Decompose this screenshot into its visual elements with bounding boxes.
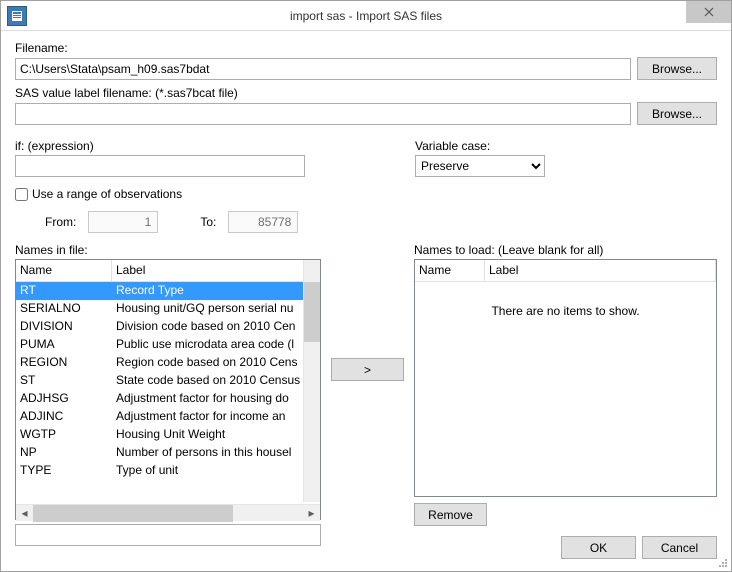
cell-name: NP <box>16 444 112 462</box>
cell-label: Adjustment factor for income an <box>112 408 302 426</box>
cell-label: Public use microdata area code (l <box>112 336 302 354</box>
cell-label: Record Type <box>112 282 302 300</box>
scrollbar-thumb[interactable] <box>304 282 320 342</box>
resize-grip[interactable] <box>717 557 729 569</box>
horizontal-scrollbar[interactable]: ◂ ▸ <box>16 504 320 521</box>
to-input <box>228 211 298 233</box>
empty-message: There are no items to show. <box>415 282 716 318</box>
close-button[interactable] <box>686 1 731 23</box>
hscroll-thumb[interactable] <box>33 505 233 522</box>
table-row[interactable]: PUMAPublic use microdata area code (l <box>16 336 320 354</box>
vertical-scrollbar[interactable] <box>303 260 320 502</box>
cell-name: WGTP <box>16 426 112 444</box>
table-row[interactable]: NPNumber of persons in this housel <box>16 444 320 462</box>
cell-name: RT <box>16 282 112 300</box>
varcase-label: Variable case: <box>415 139 717 153</box>
scroll-left-icon[interactable]: ◂ <box>16 505 33 522</box>
names-in-file-list[interactable]: Name Label RTRecord TypeSERIALNOHousing … <box>15 259 321 520</box>
cell-name: SERIALNO <box>16 300 112 318</box>
cancel-button[interactable]: Cancel <box>642 536 717 559</box>
filename-browse-button[interactable]: Browse... <box>637 57 717 80</box>
valuelabel-label: SAS value label filename: (*.sas7bcat fi… <box>15 86 717 100</box>
names-in-file-label: Names in file: <box>15 243 321 257</box>
cell-label: State code based on 2010 Census <box>112 372 302 390</box>
ifexpr-label: if: (expression) <box>15 139 403 153</box>
table-row[interactable]: WGTPHousing Unit Weight <box>16 426 320 444</box>
valuelabel-browse-button[interactable]: Browse... <box>637 102 717 125</box>
from-input <box>88 211 158 233</box>
table-row[interactable]: DIVISIONDivision code based on 2010 Cen <box>16 318 320 336</box>
table-row[interactable]: TYPEType of unit <box>16 462 320 480</box>
cell-label: Region code based on 2010 Cens <box>112 354 302 372</box>
cell-label: Housing Unit Weight <box>112 426 302 444</box>
cell-label: Division code based on 2010 Cen <box>112 318 302 336</box>
scroll-right-icon[interactable]: ▸ <box>303 505 320 522</box>
ok-button[interactable]: OK <box>561 536 636 559</box>
table-row[interactable]: STState code based on 2010 Census <box>16 372 320 390</box>
cell-label: Type of unit <box>112 462 302 480</box>
names-filter-input[interactable] <box>15 524 321 546</box>
remove-button[interactable]: Remove <box>414 503 487 526</box>
col2-header-label[interactable]: Label <box>485 260 716 282</box>
filename-input[interactable] <box>15 58 631 80</box>
range-checkbox-label[interactable]: Use a range of observations <box>32 187 182 201</box>
cell-name: REGION <box>16 354 112 372</box>
from-label: From: <box>45 215 76 229</box>
cell-label: Housing unit/GQ person serial nu <box>112 300 302 318</box>
range-checkbox[interactable] <box>15 188 28 201</box>
col-header-name[interactable]: Name <box>16 260 112 282</box>
table-row[interactable]: SERIALNOHousing unit/GQ person serial nu <box>16 300 320 318</box>
app-icon <box>7 6 27 26</box>
col2-header-name[interactable]: Name <box>415 260 485 282</box>
col-header-label[interactable]: Label <box>112 260 320 282</box>
names-to-load-list[interactable]: Name Label There are no items to show. <box>414 259 717 497</box>
table-row[interactable]: ADJHSGAdjustment factor for housing do <box>16 390 320 408</box>
cell-name: ADJHSG <box>16 390 112 408</box>
table-row[interactable]: RTRecord Type <box>16 282 320 300</box>
table-row[interactable]: ADJINCAdjustment factor for income an <box>16 408 320 426</box>
move-right-button[interactable]: > <box>331 358 404 381</box>
ifexpr-input[interactable] <box>15 155 305 177</box>
window-title: import sas - Import SAS files <box>1 9 731 23</box>
to-label: To: <box>200 215 216 229</box>
cell-name: ADJINC <box>16 408 112 426</box>
cell-name: TYPE <box>16 462 112 480</box>
cell-label: Adjustment factor for housing do <box>112 390 302 408</box>
cell-label: Number of persons in this housel <box>112 444 302 462</box>
names-to-load-label: Names to load: (Leave blank for all) <box>414 243 717 257</box>
titlebar: import sas - Import SAS files <box>1 1 731 31</box>
filename-label: Filename: <box>15 41 717 55</box>
table-row[interactable]: REGIONRegion code based on 2010 Cens <box>16 354 320 372</box>
cell-name: DIVISION <box>16 318 112 336</box>
varcase-select[interactable]: Preserve <box>415 155 545 177</box>
valuelabel-input[interactable] <box>15 103 631 125</box>
cell-name: ST <box>16 372 112 390</box>
cell-name: PUMA <box>16 336 112 354</box>
